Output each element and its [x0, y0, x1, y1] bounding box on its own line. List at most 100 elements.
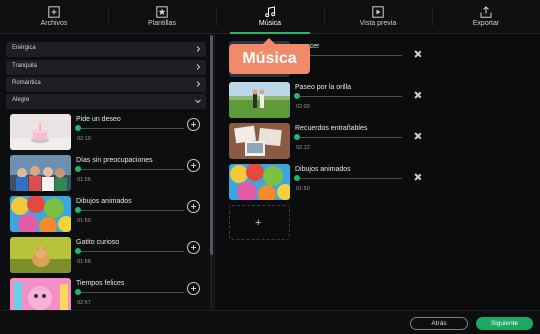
next-button[interactable]: Siguiente	[476, 317, 533, 330]
selected-track[interactable]: Paseo por la orilla 02:00	[229, 82, 424, 118]
back-button[interactable]: Atrás	[410, 317, 468, 330]
chevron-right-icon	[196, 46, 201, 52]
track-duration: 02:57	[77, 300, 91, 306]
play-handle[interactable]	[294, 93, 300, 99]
track-title: Paseo por la orilla	[295, 84, 352, 91]
main-tabs: Archivos Plantillas Música Vista previa …	[0, 0, 540, 34]
play-handle[interactable]	[75, 248, 81, 254]
track-progress[interactable]	[295, 178, 402, 179]
track-thumbnail	[10, 155, 71, 191]
play-preview-icon	[372, 6, 384, 18]
tab-label: Vista previa	[359, 20, 397, 27]
track-duration: 01:58	[77, 259, 91, 265]
chevron-right-icon	[196, 64, 201, 70]
selected-track[interactable]: Dibujos animados 01:50	[229, 164, 424, 200]
plus-icon: +	[255, 217, 262, 229]
remove-track-button[interactable]	[414, 91, 422, 99]
play-handle[interactable]	[294, 175, 300, 181]
track-title: Días sin preocupaciones	[76, 157, 153, 164]
tab-plantillas[interactable]: Plantillas	[108, 0, 216, 33]
category-alegre[interactable]: Alegre	[6, 94, 206, 109]
tab-archivos[interactable]: Archivos	[0, 0, 108, 33]
remove-track-button[interactable]	[414, 132, 422, 140]
tooltip-text: Música	[242, 50, 297, 67]
scrollbar-thumb[interactable]	[210, 35, 213, 255]
track-duration: 02:12	[296, 145, 310, 151]
track-thumbnail	[229, 123, 290, 159]
tab-musica[interactable]: Música	[216, 0, 324, 34]
track-thumbnail	[229, 164, 290, 200]
category-label: Enérgica	[12, 45, 36, 51]
tab-label: Plantillas	[147, 20, 176, 27]
track-title: Recuerdos entrañables	[295, 125, 368, 132]
play-handle[interactable]	[294, 134, 300, 140]
library-track[interactable]: Dibujos animados 01:50	[10, 196, 205, 232]
tab-exportar[interactable]: Exportar	[432, 0, 540, 33]
category-romantica[interactable]: Romántica	[6, 77, 206, 92]
tab-label: Exportar	[472, 20, 500, 27]
add-music-slot[interactable]: +	[229, 205, 290, 240]
add-track-button[interactable]	[187, 282, 200, 295]
category-energica[interactable]: Enérgica	[6, 42, 206, 57]
tab-divider	[216, 8, 217, 26]
add-track-button[interactable]	[187, 118, 200, 131]
track-thumbnail	[10, 237, 71, 273]
track-thumbnail	[10, 114, 71, 150]
remove-track-button[interactable]	[414, 173, 422, 181]
tab-label: Archivos	[40, 20, 68, 27]
tab-label: Música	[258, 20, 282, 27]
track-title: Dibujos animados	[295, 166, 351, 173]
category-label: Romántica	[12, 80, 41, 86]
play-handle[interactable]	[75, 125, 81, 131]
category-tranquila[interactable]: Tranquila	[6, 60, 206, 75]
track-title: Dibujos animados	[76, 198, 132, 205]
track-duration: 01:50	[77, 218, 91, 224]
play-handle[interactable]	[75, 289, 81, 295]
music-note-icon	[265, 6, 276, 18]
library-scrollbar[interactable]	[210, 35, 213, 309]
export-icon	[480, 6, 492, 18]
track-progress[interactable]	[76, 251, 184, 252]
tooltip-arrow	[263, 38, 275, 44]
track-progress[interactable]	[76, 292, 184, 293]
tab-divider	[432, 8, 433, 26]
library-track[interactable]: Tiempos felices 02:57	[10, 278, 205, 310]
track-duration: 01:56	[77, 177, 91, 183]
add-media-icon	[48, 6, 60, 18]
track-duration: 02:19	[77, 136, 91, 142]
track-progress[interactable]	[295, 96, 402, 97]
track-title: Gatito curioso	[76, 239, 120, 246]
track-title: Pide un deseo	[76, 116, 121, 123]
play-handle[interactable]	[75, 207, 81, 213]
category-label: Alegre	[12, 97, 30, 103]
remove-track-button[interactable]	[414, 50, 422, 58]
add-track-button[interactable]	[187, 159, 200, 172]
tab-divider	[324, 8, 325, 26]
music-tooltip: Música	[229, 38, 310, 74]
track-thumbnail	[10, 196, 71, 232]
chevron-down-icon	[195, 99, 201, 104]
chevron-right-icon	[196, 81, 201, 87]
add-track-button[interactable]	[187, 200, 200, 213]
music-library-panel: Enérgica Tranquila Romántica Alegre Pide…	[0, 34, 215, 310]
track-duration: 02:00	[296, 104, 310, 110]
track-progress[interactable]	[76, 210, 184, 211]
track-progress[interactable]	[76, 128, 184, 129]
play-handle[interactable]	[75, 166, 81, 172]
track-progress[interactable]	[295, 137, 402, 138]
tab-divider	[108, 8, 109, 26]
tab-vista-previa[interactable]: Vista previa	[324, 0, 432, 33]
library-track[interactable]: Días sin preocupaciones 01:56	[10, 155, 205, 191]
track-thumbnail	[229, 82, 290, 118]
category-label: Tranquila	[12, 63, 37, 69]
track-progress[interactable]	[76, 169, 184, 170]
selected-track[interactable]: Recuerdos entrañables 02:12	[229, 123, 424, 159]
star-template-icon	[156, 6, 168, 18]
library-track[interactable]: Pide un deseo 02:19	[10, 114, 205, 150]
track-progress[interactable]	[295, 55, 402, 56]
library-track[interactable]: Gatito curioso 01:58	[10, 237, 205, 273]
track-title: Tiempos felices	[76, 280, 125, 287]
track-duration: 01:50	[296, 186, 310, 192]
track-thumbnail	[10, 278, 71, 310]
add-track-button[interactable]	[187, 241, 200, 254]
